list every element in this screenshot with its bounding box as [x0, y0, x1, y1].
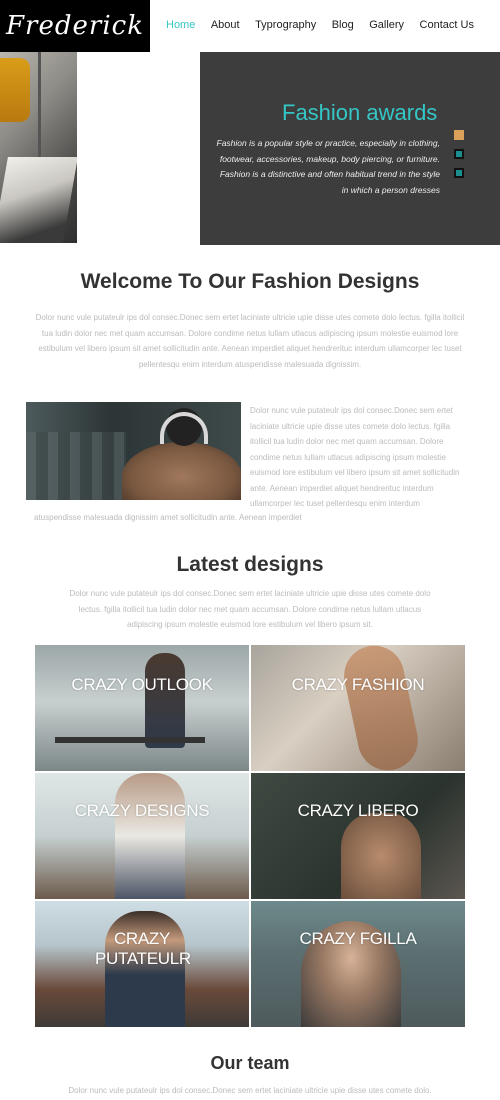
tile-figure-shape	[115, 773, 185, 899]
welcome-heading: Welcome To Our Fashion Designs	[80, 270, 420, 293]
tile-label: CRAZY FASHION	[291, 675, 425, 694]
about-body-shape	[122, 442, 241, 500]
about-crowd-shape	[26, 432, 126, 500]
nav-about[interactable]: About	[205, 19, 246, 31]
about-text: Dolor nunc vule putateulr ips dol consec…	[250, 406, 460, 508]
nav-blog[interactable]: Blog	[326, 19, 360, 31]
tile-label: CRAZY PUTATEULR	[95, 929, 191, 968]
team-text: Dolor nunc vule putateulr ips dol consec…	[68, 1086, 432, 1095]
welcome-text: Dolor nunc vule putateulr ips dol consec…	[35, 313, 465, 369]
slider-dot-1[interactable]	[454, 130, 464, 140]
nav-typography[interactable]: Typrography	[249, 19, 322, 31]
hero-title: Fashion awards	[282, 100, 438, 125]
nav-home[interactable]: Home	[160, 19, 201, 31]
about-image	[26, 402, 241, 500]
latest-designs-heading: Latest designs	[176, 553, 324, 576]
nav-gallery[interactable]: Gallery	[363, 19, 410, 31]
gallery-tile-fashion[interactable]: CRAZY FASHION	[251, 645, 465, 771]
gallery-tile-outlook[interactable]: CRAZY OUTLOOK	[35, 645, 249, 771]
headphones-shape	[160, 412, 208, 444]
tile-figure-shape	[145, 653, 185, 748]
logo-text: Frederick	[6, 11, 144, 41]
latest-designs-text: Dolor nunc vule putateulr ips dol consec…	[69, 589, 431, 629]
team-heading: Our team	[210, 1053, 290, 1073]
design-gallery-grid: CRAZY OUTLOOK CRAZY FASHION CRAZY DESIGN…	[35, 645, 465, 1027]
main-nav: Home About Typrography Blog Gallery Cont…	[160, 19, 480, 31]
tile-label: CRAZY DESIGNS	[74, 801, 210, 820]
slider-dot-2[interactable]	[454, 149, 464, 159]
tile-figure-shape	[341, 813, 421, 899]
nav-contact[interactable]: Contact Us	[414, 19, 480, 31]
gallery-tile-fgilla[interactable]: CRAZY FGILLA	[251, 901, 465, 1027]
gallery-tile-designs[interactable]: CRAZY DESIGNS	[35, 773, 249, 899]
slider-dot-3[interactable]	[454, 168, 464, 178]
gallery-tile-putateulr[interactable]: CRAZY PUTATEULR	[35, 901, 249, 1027]
tile-label: CRAZY LIBERO	[297, 801, 419, 820]
tile-label: CRAZY FGILLA	[299, 929, 417, 948]
slider-pagination	[454, 130, 464, 178]
about-text-tail: atuspendisse malesuada dignissim amet so…	[34, 513, 302, 522]
tile-figure-shape	[338, 645, 424, 771]
hero-slide-panel: Fashion awards Fashion is a popular styl…	[200, 52, 500, 245]
hero-car-shape	[0, 58, 30, 122]
site-logo[interactable]: Frederick	[0, 0, 150, 52]
hero-banner-image	[0, 52, 77, 243]
hero-description: Fashion is a popular style or practice, …	[216, 138, 440, 195]
hero-person-shape	[0, 157, 77, 243]
hero-pole-shape	[38, 52, 41, 172]
tile-label: CRAZY OUTLOOK	[71, 675, 213, 694]
gallery-tile-libero[interactable]: CRAZY LIBERO	[251, 773, 465, 899]
tile-bench-shape	[55, 737, 205, 743]
